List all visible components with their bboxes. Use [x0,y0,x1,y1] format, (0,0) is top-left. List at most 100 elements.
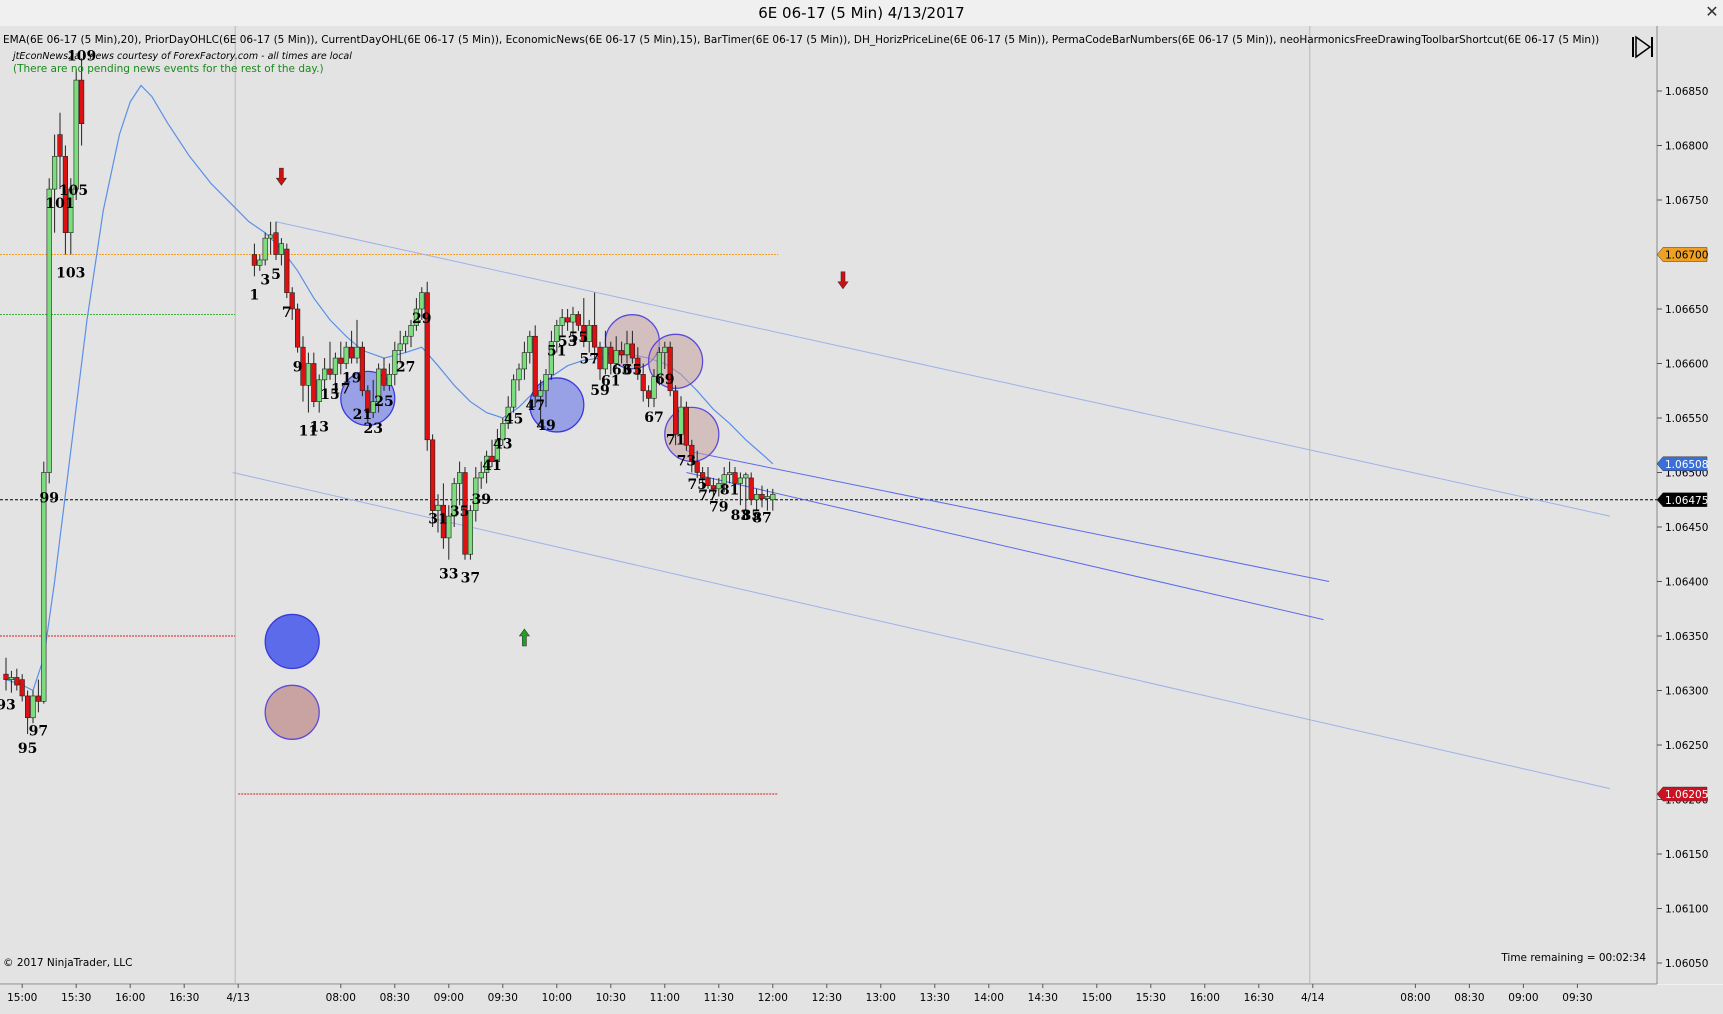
bar-number-label: 95 [18,741,37,757]
candle-up [419,292,425,310]
time-tick-label: 11:00 [650,992,680,1004]
bar-number-label: 41 [482,458,501,474]
bar-number-label: 29 [412,311,431,327]
candle-up [770,493,776,501]
candle-up [764,496,770,499]
candle-up [753,493,760,501]
candle-up [521,352,527,370]
bar-number-label: 35 [450,504,469,520]
bar-number-label: 13 [309,420,328,436]
candle-down [629,343,635,359]
candle-down [564,317,571,323]
time-tick-label: 12:30 [812,992,842,1004]
time-tick-label: 08:30 [1454,992,1484,1004]
bar-number-label: 45 [504,412,523,428]
candle-up [543,374,549,392]
bar-number-label: 1 [250,287,260,303]
price-tick-label: 1.06800 [1665,141,1708,153]
candle-down [348,346,355,359]
price-tick-label: 1.06350 [1665,631,1708,643]
time-tick-label: 4/14 [1301,992,1325,1004]
candle-down [575,314,581,326]
bar-number-label: 73 [677,454,696,470]
bar-number-label: 25 [374,394,393,410]
candle-down [311,363,317,402]
candle-down [327,368,333,375]
news-credit: jtEconNews2a - news courtesy of ForexFac… [11,51,352,62]
candle-up [408,325,414,337]
candle-up [46,188,52,473]
candle-up [278,243,285,255]
candle-up [332,357,339,375]
candle-up [73,79,79,190]
time-tick-label: 16:30 [169,992,199,1004]
candle-down [273,232,279,255]
bar-number-label: 103 [56,266,85,282]
bar-number-label: 65 [623,363,642,379]
time-tick-label: 08:30 [380,992,410,1004]
candle-up [662,346,668,353]
news-message: (There are no pending news events for th… [13,63,324,75]
candle-down [381,368,387,386]
candle-up [510,379,517,408]
price-tag-label: 1.06475 [1665,495,1708,507]
price-tick-label: 1.06150 [1665,849,1708,861]
bar-number-label: 57 [579,352,598,368]
candle-down [35,695,41,702]
bar-number-label: 9 [293,360,303,376]
candle-down [672,390,679,435]
close-icon[interactable]: ✕ [1703,2,1721,24]
price-tick-label: 1.06100 [1665,904,1708,916]
candle-down [608,346,614,364]
candle-down [748,477,754,501]
candle-down [79,79,85,124]
candle-down [284,248,290,293]
candle-down [645,390,652,399]
candle-up [537,390,544,397]
price-chart[interactable]: 9395979910110310510913 579111315171921232… [0,26,1723,1014]
bar-number-label: 31 [428,511,447,527]
candle-up [516,368,522,381]
candle-down [532,335,538,397]
candle-up [743,474,749,479]
candle-down [251,254,258,266]
candle-up [570,314,576,323]
candle-down [294,308,301,348]
title-bar: 6E 06-17 (5 Min) 4/13/2017 ✕ [0,0,1723,27]
time-tick-label: 16:00 [115,992,145,1004]
bar-number-label: 87 [752,510,771,526]
bar-number-label: 47 [525,398,544,414]
time-tick-label: 15:00 [7,992,37,1004]
legend-circle[interactable] [264,613,320,670]
time-tick-label: 10:00 [542,992,572,1004]
bar-number-label: 23 [363,421,382,437]
time-tick-label: 10:30 [596,992,626,1004]
price-tag-label: 1.06205 [1665,789,1708,801]
time-tick-label: 15:30 [1136,992,1166,1004]
time-tick-label: 16:30 [1244,992,1274,1004]
ninjatrader-chart-window: 6E 06-17 (5 Min) 4/13/2017 ✕ 93 95 97 99 101… [0,0,1723,1014]
time-tick-label: 14:30 [1028,992,1058,1004]
price-tag-label: 1.06508 [1665,459,1708,471]
time-tick-label: 13:00 [866,992,896,1004]
price-tick-label: 1.06400 [1665,577,1708,589]
price-tick-label: 1.06450 [1665,522,1708,534]
candle-up [402,335,409,345]
candle-up [559,317,565,326]
candle-up [30,695,36,719]
candle-up [305,363,312,386]
candle-up [354,346,360,359]
bar-number-label: 19 [342,371,361,387]
candle-down [591,325,598,348]
time-tick-label: 15:00 [1082,992,1112,1004]
bar-number-label: 33 [439,567,458,583]
candle-up [257,259,263,266]
candle-up [397,343,403,351]
time-tick-label: 11:30 [704,992,734,1004]
time-tick-label: 14:00 [974,992,1004,1004]
candle-up [527,335,533,353]
legend-circle[interactable] [264,684,320,740]
candle-down [3,673,9,680]
time-tick-label: 12:00 [758,992,788,1004]
bar-number-label: 71 [666,432,685,448]
